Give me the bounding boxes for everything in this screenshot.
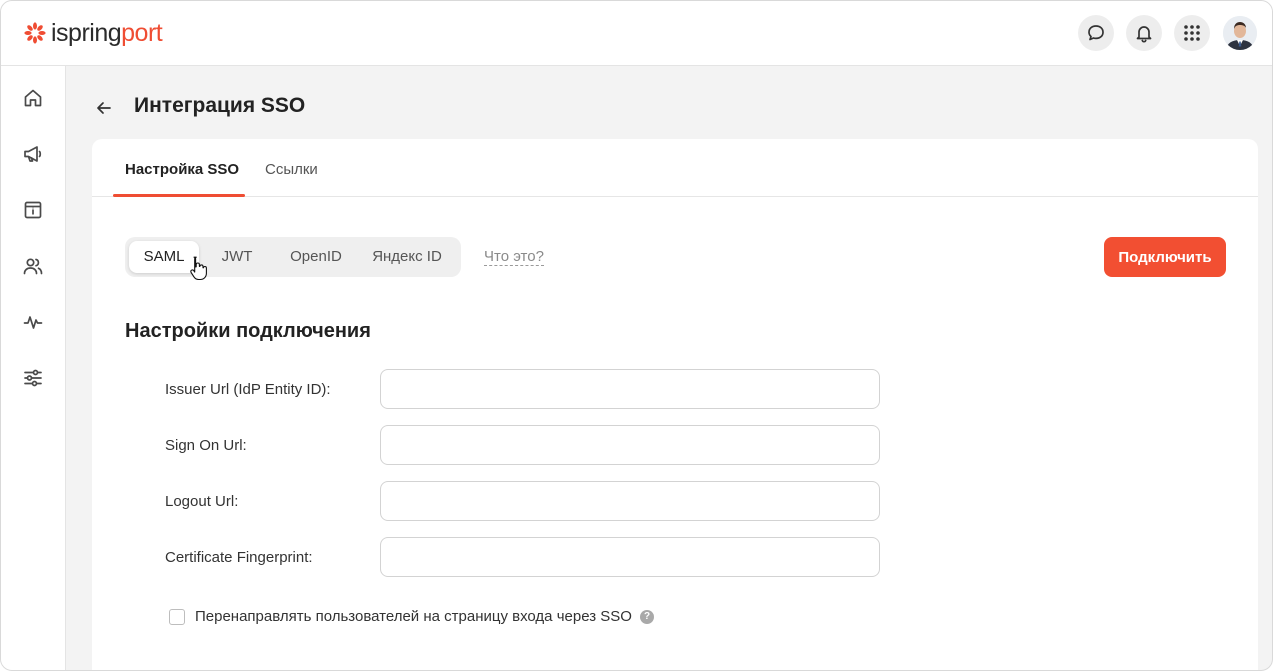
- sidebar: [1, 66, 66, 670]
- connect-button[interactable]: Подключить: [1104, 237, 1226, 277]
- top-bar: ispringport: [1, 1, 1272, 66]
- activity-icon: [23, 316, 43, 329]
- active-tab-indicator: [113, 194, 245, 197]
- info-board-icon: [24, 201, 42, 219]
- tab-bar: Настройка SSO Ссылки: [92, 139, 1258, 197]
- protocol-option-openid[interactable]: OpenID: [275, 241, 357, 273]
- sidebar-item-activity[interactable]: [19, 308, 47, 336]
- users-icon: [23, 258, 43, 275]
- protocol-switcher: SAML JWT OpenID Яндекс ID: [125, 237, 461, 277]
- user-photo-icon: [1223, 16, 1257, 50]
- sign-on-url-input[interactable]: [380, 425, 880, 465]
- apps-grid-icon: [1184, 25, 1200, 41]
- arrow-left-icon: [97, 102, 111, 114]
- apps-button[interactable]: [1174, 15, 1210, 51]
- what-is-this-link[interactable]: Что это?: [484, 248, 544, 266]
- sidebar-item-news[interactable]: [19, 140, 47, 168]
- settings-card: Настройка SSO Ссылки SAML JWT OpenID Янд…: [92, 139, 1258, 670]
- protocol-option-jwt[interactable]: JWT: [205, 241, 269, 273]
- issuer-url-input[interactable]: [380, 369, 880, 409]
- bell-icon: [1136, 26, 1152, 43]
- megaphone-icon: [24, 146, 42, 162]
- app-window: ispringport Интеграция SSO Настройка SSO…: [0, 0, 1273, 671]
- question-icon[interactable]: ?: [640, 610, 654, 624]
- redirect-sso-label[interactable]: Перенаправлять пользователей на страницу…: [195, 608, 632, 625]
- certificate-fingerprint-input[interactable]: [380, 537, 880, 577]
- certificate-fingerprint-label: Certificate Fingerprint:: [165, 549, 313, 566]
- connection-settings-title: Настройки подключения: [125, 320, 371, 342]
- logo[interactable]: ispringport: [24, 18, 163, 48]
- user-avatar[interactable]: [1223, 16, 1257, 50]
- notifications-button[interactable]: [1126, 15, 1162, 51]
- home-icon: [24, 89, 42, 107]
- logo-mark-icon: [24, 22, 46, 44]
- sidebar-item-users[interactable]: [19, 252, 47, 280]
- back-button[interactable]: [92, 96, 116, 120]
- hand-cursor-icon: [190, 256, 207, 281]
- sidebar-item-info[interactable]: [19, 196, 47, 224]
- chat-icon: [1088, 25, 1104, 41]
- tab-links[interactable]: Ссылки: [265, 139, 318, 197]
- logout-url-label: Logout Url:: [165, 493, 239, 510]
- sidebar-item-home[interactable]: [19, 84, 47, 112]
- logo-text-port: port: [121, 18, 163, 47]
- page-title: Интеграция SSO: [134, 94, 306, 117]
- logo-text-ispring: ispring: [51, 18, 122, 47]
- sign-on-url-label: Sign On Url:: [165, 437, 247, 454]
- sliders-icon: [24, 369, 42, 387]
- chat-button[interactable]: [1078, 15, 1114, 51]
- issuer-url-label: Issuer Url (IdP Entity ID):: [165, 381, 331, 398]
- sidebar-item-settings[interactable]: [19, 364, 47, 392]
- protocol-option-yandex-id[interactable]: Яндекс ID: [359, 241, 455, 273]
- redirect-sso-checkbox[interactable]: [169, 609, 185, 625]
- tab-sso-settings[interactable]: Настройка SSO: [125, 139, 239, 197]
- logout-url-input[interactable]: [380, 481, 880, 521]
